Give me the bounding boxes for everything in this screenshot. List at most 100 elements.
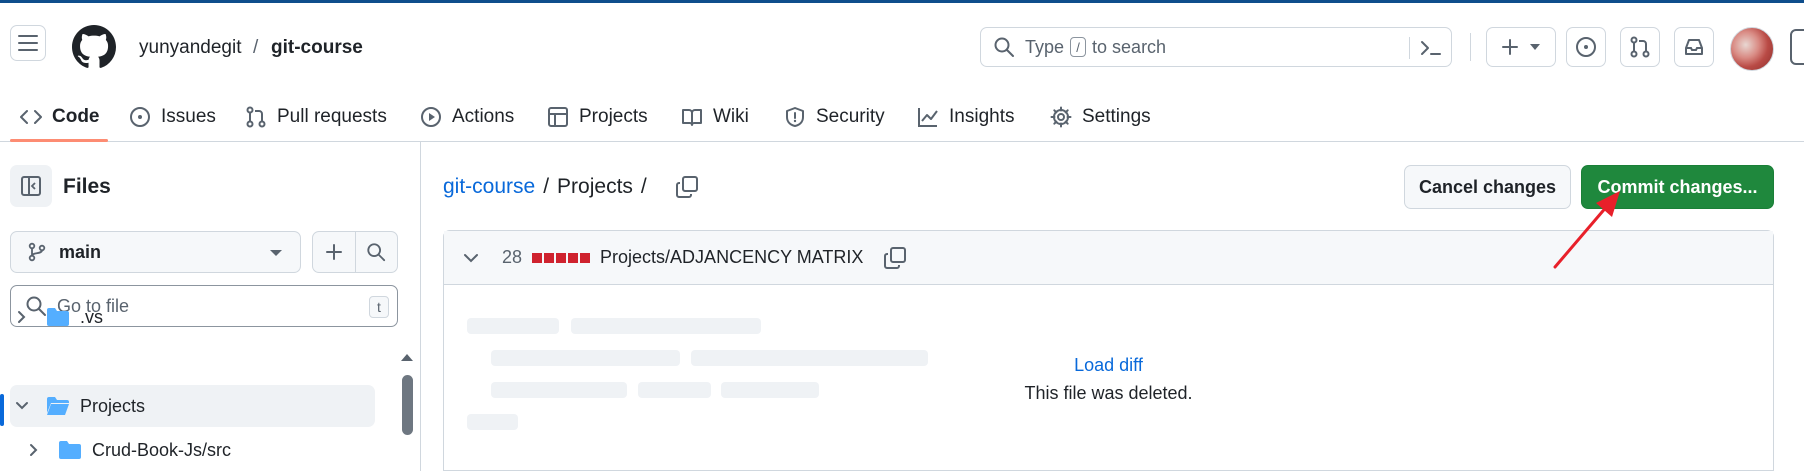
copy-icon[interactable] <box>883 246 907 270</box>
active-item-indicator <box>0 394 4 426</box>
create-new-button[interactable] <box>1486 27 1556 67</box>
chevron-down-icon[interactable] <box>462 249 480 267</box>
tab-code[interactable]: Code <box>20 92 100 142</box>
menu-button[interactable] <box>10 25 46 61</box>
tree-item-crud-book-js-src[interactable]: Crud-Book-Js/src <box>22 429 382 471</box>
file-deleted-message: This file was deleted. <box>1024 383 1193 403</box>
tab-settings-label: Settings <box>1082 106 1151 127</box>
file-tree-scrollbar[interactable] <box>398 350 416 471</box>
deletion-count: 28 <box>502 247 523 267</box>
graph-icon <box>918 108 938 127</box>
scroll-up-arrow[interactable] <box>401 354 413 361</box>
search-divider <box>1409 37 1410 59</box>
cancel-changes-button[interactable]: Cancel changes <box>1404 165 1571 209</box>
inbox-icon <box>1685 39 1703 55</box>
play-icon <box>421 107 441 127</box>
tab-projects-label: Projects <box>579 106 648 127</box>
search-icon <box>367 243 386 262</box>
table-icon <box>548 107 568 127</box>
search-files-button[interactable] <box>354 232 397 272</box>
branch-selector[interactable]: main <box>10 231 301 273</box>
user-avatar[interactable] <box>1730 27 1774 71</box>
chevron-right-icon <box>18 311 26 323</box>
repo-nav: Code Issues Pull requests Actions Projec… <box>0 92 1804 142</box>
tab-actions-label: Actions <box>452 106 515 127</box>
annotation-arrow-icon <box>1553 191 1620 269</box>
command-palette-icon[interactable] <box>1419 37 1443 59</box>
tree-item-label: Projects <box>80 395 146 416</box>
issue-opened-icon <box>1576 37 1596 57</box>
github-logo-icon[interactable] <box>72 25 116 69</box>
tab-security[interactable]: Security <box>784 92 885 142</box>
search-input[interactable]: Type / to search <box>980 27 1452 67</box>
global-header: yunyandegit / git-course Type / to searc… <box>0 3 1804 71</box>
hamburger-icon <box>18 35 38 51</box>
load-diff-link[interactable]: Load diff <box>444 355 1773 376</box>
tab-wiki-label: Wiki <box>713 106 749 127</box>
search-placeholder: Type / to search <box>1025 37 1166 58</box>
loading-placeholder <box>467 318 559 334</box>
loading-placeholder <box>571 318 761 334</box>
chevron-right-icon <box>30 444 38 456</box>
book-icon <box>682 109 702 126</box>
tab-wiki[interactable]: Wiki <box>681 92 749 142</box>
plus-icon <box>325 244 342 260</box>
scrollbar-thumb[interactable] <box>402 375 413 435</box>
clipped-edge-button[interactable] <box>1790 29 1804 65</box>
tab-actions[interactable]: Actions <box>420 92 514 142</box>
pull-request-icon <box>246 106 266 128</box>
files-title: Files <box>63 175 111 198</box>
tree-item-vs[interactable]: .vs <box>10 296 380 338</box>
tab-insights[interactable]: Insights <box>917 92 1014 142</box>
tab-pull-requests-label: Pull requests <box>277 106 387 127</box>
search-placeholder-prefix: Type <box>1025 36 1065 57</box>
sidebar-collapse-icon <box>21 176 41 196</box>
collapse-sidebar-button[interactable] <box>10 165 52 207</box>
issue-icon <box>130 107 150 127</box>
header-divider <box>1470 33 1471 61</box>
tab-code-label: Code <box>52 106 100 127</box>
tab-insights-label: Insights <box>949 106 1015 127</box>
breadcrumb-separator: / <box>640 175 647 198</box>
tab-projects[interactable]: Projects <box>547 92 648 142</box>
pull-request-icon <box>1630 36 1650 58</box>
breadcrumb-folder: Projects <box>557 175 633 198</box>
breadcrumb-repo-link[interactable]: git-course <box>443 175 535 199</box>
tree-item-projects[interactable]: Projects <box>10 385 375 427</box>
deletion-diffstat <box>532 252 591 263</box>
tab-settings[interactable]: Settings <box>1050 92 1151 142</box>
tab-pull-requests[interactable]: Pull requests <box>245 92 387 142</box>
copy-icon[interactable] <box>675 175 699 199</box>
chevron-down-icon <box>270 250 282 256</box>
issues-button[interactable] <box>1566 27 1606 67</box>
file-actions-group <box>312 231 398 273</box>
tab-security-label: Security <box>816 106 885 127</box>
git-branch-icon <box>28 242 46 262</box>
tab-issues[interactable]: Issues <box>129 92 216 142</box>
repo-name-link[interactable]: git-course <box>271 37 363 59</box>
tree-item-label: Crud-Book-Js/src <box>92 439 232 460</box>
shield-icon <box>786 107 804 127</box>
breadcrumb: git-course / Projects / <box>443 175 699 199</box>
chevron-down-icon <box>16 402 28 410</box>
breadcrumb-separator: / <box>543 175 550 198</box>
repo-owner-link[interactable]: yunyandegit <box>139 37 241 59</box>
file-tree-sidebar: Files main Go to file t .vs Projects Cru… <box>0 142 421 471</box>
tree-item-label: .vs <box>80 306 104 327</box>
gear-icon <box>1050 106 1072 128</box>
search-placeholder-suffix: to search <box>1092 36 1167 57</box>
loading-placeholder <box>467 414 518 430</box>
pull-requests-button[interactable] <box>1620 27 1660 67</box>
inbox-button[interactable] <box>1674 27 1714 67</box>
triangle-down-icon <box>1530 44 1540 50</box>
branch-name: main <box>59 241 102 262</box>
folder-icon <box>59 441 81 459</box>
folder-icon <box>47 308 69 326</box>
owner-repo-separator: / <box>253 37 259 58</box>
code-icon <box>20 110 42 124</box>
search-shortcut-key: / <box>1070 37 1087 57</box>
tab-issues-label: Issues <box>161 106 216 127</box>
folder-open-icon <box>47 397 69 415</box>
diff-file-path: Projects/ADJANCENCY MATRIX <box>600 247 864 267</box>
add-file-button[interactable] <box>313 232 355 272</box>
